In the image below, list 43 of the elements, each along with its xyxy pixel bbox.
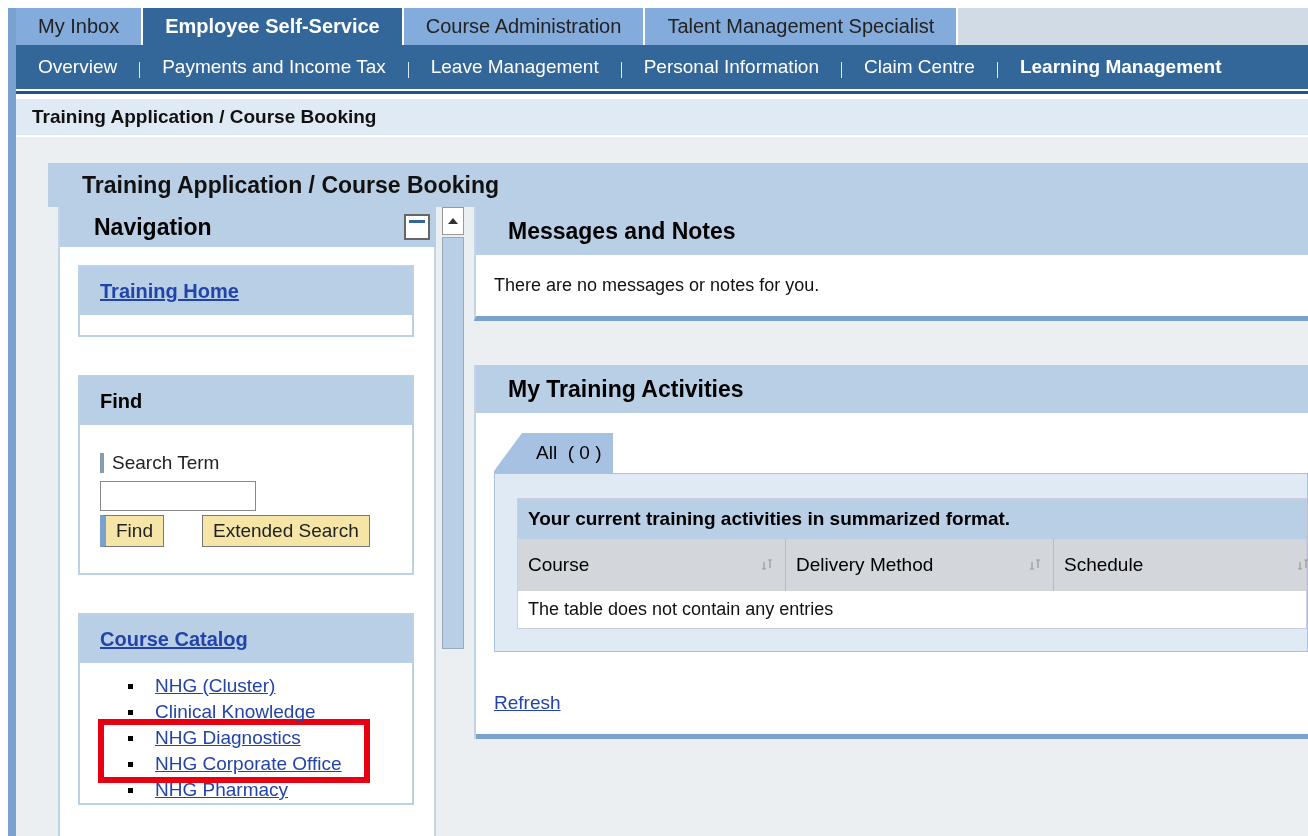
refresh-link[interactable]: Refresh [494, 692, 561, 713]
table-caption: Your current training activities in summarized format. [518, 499, 1306, 539]
sub-nav-link[interactable]: Leave Management [430, 56, 599, 78]
scroll-up-button[interactable] [442, 207, 464, 235]
bullet-icon [128, 735, 133, 741]
up-arrow-icon [448, 218, 458, 224]
bullet-icon [128, 761, 133, 767]
sub-nav-link[interactable]: Claim Centre [864, 56, 975, 78]
extended-search-button[interactable]: Extended Search [201, 515, 370, 547]
catalog-link[interactable]: NHG (Cluster) [155, 673, 276, 699]
bullet-icon [128, 709, 133, 715]
column-header[interactable]: Delivery Method [786, 539, 1054, 591]
sub-nav-link[interactable]: Learning Management [1019, 56, 1222, 78]
page-title: Training Application / Course Booking [48, 163, 1308, 207]
sub-nav-link[interactable]: Personal Information [643, 56, 819, 78]
find-button[interactable]: Find [100, 515, 164, 547]
search-term-label: Search Term [100, 453, 392, 473]
minimize-button[interactable] [404, 214, 430, 240]
catalog-link[interactable]: NHG Pharmacy [155, 777, 289, 803]
sub-nav-link[interactable]: Payments and Income Tax [162, 56, 386, 78]
card-title: Find [100, 389, 143, 413]
tab[interactable]: All ( 0 ) [494, 433, 614, 473]
sort-icon[interactable] [1297, 558, 1308, 572]
top-tab[interactable]: Course Administration [403, 8, 646, 45]
top-tab[interactable]: Employee Self-Service [143, 8, 404, 45]
panel-title: Messages and Notes [508, 217, 736, 245]
sort-icon[interactable] [1029, 558, 1043, 572]
column-header[interactable]: Schedule [1054, 539, 1308, 591]
column-header[interactable]: Course [518, 539, 786, 591]
scrollbar-thumb[interactable] [442, 237, 464, 649]
top-tab[interactable]: Talent Management Specialist [645, 8, 959, 45]
sort-icon[interactable] [761, 558, 775, 572]
breadcrumb: Training Application / Course Booking [16, 99, 1308, 137]
top-tab[interactable]: My Inbox [16, 8, 144, 45]
message-text: There are no messages or notes for you. [493, 274, 821, 297]
search-term-field[interactable] [100, 481, 256, 511]
panel-title: My Training Activities [508, 375, 744, 403]
panel-title: Navigation [94, 213, 212, 241]
sub-nav-link[interactable]: Overview [38, 56, 118, 78]
empty-table-text: The table does not contain any entries [527, 598, 835, 621]
bullet-icon [128, 787, 133, 793]
bullet-icon [128, 683, 133, 689]
catalog-link[interactable]: Clinical Knowledge [155, 699, 316, 725]
